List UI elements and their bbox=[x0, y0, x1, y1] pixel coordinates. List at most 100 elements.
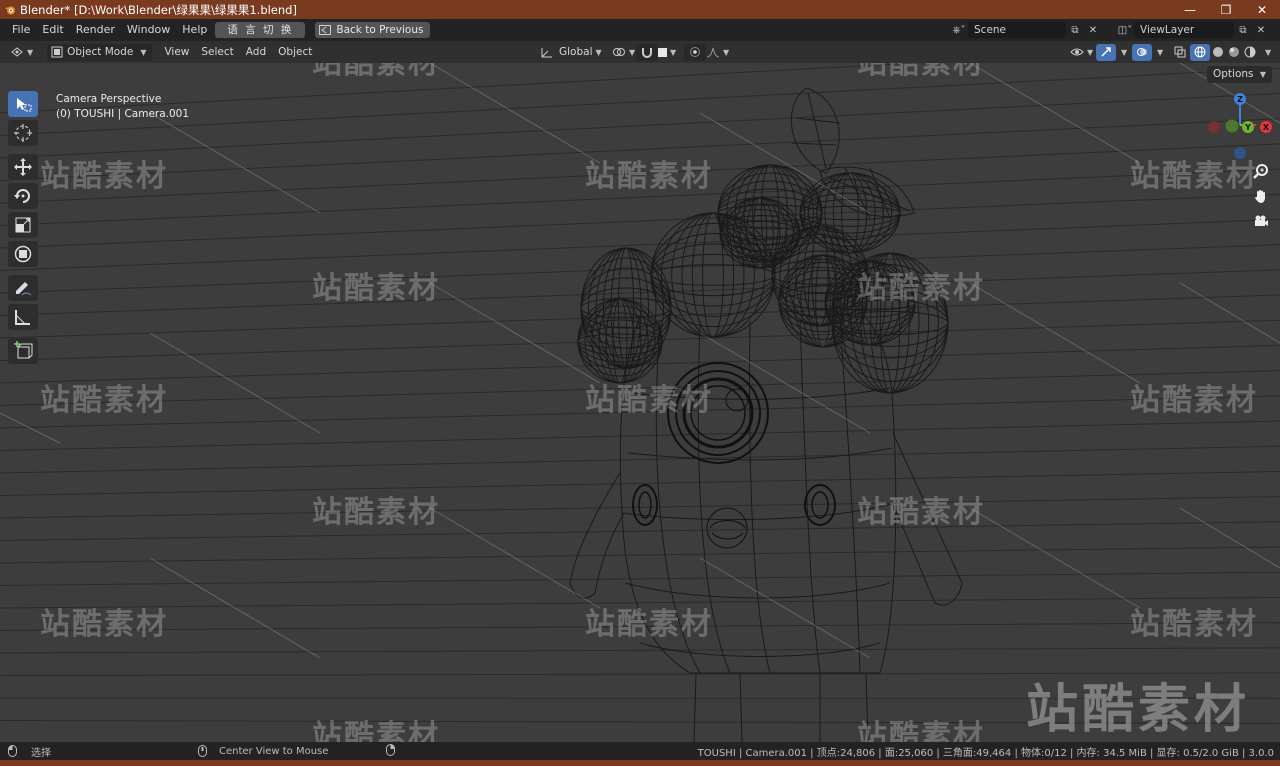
object-mode-dropdown[interactable]: Object Mode ▼ bbox=[47, 43, 153, 61]
editor-type-icon bbox=[11, 47, 23, 57]
watermark-text: 站酷素材 bbox=[312, 719, 440, 742]
falloff-dropdown[interactable]: ▼ bbox=[702, 44, 733, 61]
menu-render[interactable]: Render bbox=[70, 19, 121, 41]
material-sphere-icon bbox=[1229, 47, 1239, 57]
visibility-dropdown[interactable]: ▼ bbox=[1066, 44, 1097, 61]
view-layer-selector: ◫˅ ViewLayer ⧉ ✕ bbox=[1116, 21, 1270, 39]
gizmo-x-label: X bbox=[1263, 123, 1270, 132]
middle-click-action: Center View to Mouse bbox=[219, 745, 329, 757]
view-layer-icon[interactable]: ◫˅ bbox=[1116, 22, 1134, 38]
menu-help[interactable]: Help bbox=[176, 19, 213, 41]
maximize-button[interactable]: ❐ bbox=[1208, 0, 1244, 19]
measure-ruler-icon bbox=[15, 310, 30, 325]
tool-move[interactable] bbox=[8, 154, 38, 180]
snap-target-dropdown[interactable]: ▼ bbox=[654, 44, 680, 61]
gizmo-neg-y-axis[interactable] bbox=[1225, 119, 1239, 133]
watermark-text: 站酷素材 bbox=[857, 495, 985, 530]
watermark-text: 站酷素材 bbox=[857, 63, 985, 81]
watermark-text: 站酷素材 bbox=[40, 383, 168, 418]
3d-viewport[interactable]: Camera Perspective (0) TOUSHI | Camera.0… bbox=[0, 63, 1280, 742]
watermark-text: 站酷素材 bbox=[312, 271, 440, 306]
scale-icon bbox=[15, 217, 31, 233]
tool-measure[interactable] bbox=[8, 304, 38, 330]
remove-view-layer-icon[interactable]: ✕ bbox=[1252, 22, 1270, 38]
watermark-text: 站酷素材 bbox=[40, 607, 168, 642]
top-menu-bar: File Edit Render Window Help 语 言 切 换 Bac… bbox=[0, 19, 1280, 41]
tool-rotate[interactable] bbox=[8, 183, 38, 209]
back-to-previous-button[interactable]: Back to Previous bbox=[315, 22, 431, 38]
window-title: Blender* [D:\Work\Blender\绿果果\绿果果1.blend… bbox=[20, 2, 297, 17]
scene-selector: ⎈˅ Scene ⧉ ✕ bbox=[950, 21, 1102, 39]
gizmo-toggle[interactable] bbox=[1096, 43, 1116, 61]
annotate-pencil-icon bbox=[16, 282, 32, 296]
watermark-text: 站酷素材 bbox=[585, 607, 713, 642]
new-scene-icon[interactable]: ⧉ bbox=[1066, 22, 1084, 38]
menu-edit[interactable]: Edit bbox=[36, 19, 69, 41]
shading-wireframe-button[interactable] bbox=[1190, 43, 1210, 61]
language-switch-button[interactable]: 语 言 切 换 bbox=[215, 22, 306, 38]
minimize-button[interactable]: — bbox=[1172, 0, 1208, 19]
overlays-icon bbox=[1137, 48, 1147, 56]
watermark-text: 站酷素材 bbox=[1130, 159, 1258, 194]
proportional-edit-icon bbox=[690, 47, 700, 57]
menu-add[interactable]: Add bbox=[240, 46, 272, 58]
scene-icon[interactable]: ⎈˅ bbox=[950, 22, 968, 38]
watermark-text: 站酷素材 bbox=[585, 383, 713, 418]
options-label: Options bbox=[1212, 68, 1254, 80]
close-button[interactable]: ✕ bbox=[1244, 0, 1280, 19]
gizmo-dropdown[interactable]: ▼ bbox=[1114, 44, 1131, 61]
tool-scale[interactable] bbox=[8, 212, 38, 238]
mouse-right-icon bbox=[386, 743, 395, 756]
overlays-dropdown[interactable]: ▼ bbox=[1150, 44, 1167, 61]
viewport-header: ▼ Object Mode ▼ View Select Add Object G… bbox=[0, 41, 1280, 63]
magnet-icon bbox=[642, 48, 652, 58]
left-click-action: 选择 bbox=[31, 747, 51, 759]
add-cube-icon bbox=[14, 341, 33, 359]
pivot-icon bbox=[613, 48, 625, 56]
pivot-point-dropdown[interactable]: ▼ bbox=[608, 44, 639, 61]
transform-orientation-dropdown[interactable]: Global ▼ bbox=[536, 44, 606, 61]
watermark-text: 站酷素材 bbox=[312, 495, 440, 530]
camera-perspective-label: Camera Perspective bbox=[56, 93, 162, 105]
xray-toggle[interactable] bbox=[1170, 44, 1190, 61]
gizmo-icon bbox=[1101, 47, 1111, 57]
back-icon bbox=[319, 25, 332, 35]
falloff-icon bbox=[706, 47, 720, 58]
rotate-icon bbox=[14, 189, 30, 203]
shading-rendered-button[interactable] bbox=[1240, 44, 1260, 61]
gizmo-y-label: Y bbox=[1244, 123, 1251, 132]
new-view-layer-icon[interactable]: ⧉ bbox=[1234, 22, 1252, 38]
tool-cursor[interactable] bbox=[8, 120, 38, 146]
tool-annotate[interactable] bbox=[8, 275, 38, 301]
wireframe-sphere-icon bbox=[1194, 46, 1206, 58]
menu-file[interactable]: File bbox=[6, 19, 36, 41]
view-layer-field[interactable]: ViewLayer bbox=[1134, 22, 1234, 38]
gizmo-neg-x-axis[interactable] bbox=[1208, 121, 1220, 133]
mouse-left-icon bbox=[8, 745, 17, 757]
menu-window[interactable]: Window bbox=[121, 19, 176, 41]
tool-select-box[interactable] bbox=[8, 91, 38, 117]
tool-shelf bbox=[8, 91, 42, 367]
camera-view-button[interactable] bbox=[1250, 210, 1272, 232]
viewport-info: Camera Perspective (0) TOUSHI | Camera.0… bbox=[56, 92, 189, 122]
editor-type-button[interactable]: ▼ bbox=[6, 44, 37, 61]
menu-select[interactable]: Select bbox=[195, 46, 239, 58]
transform-orientation-label: Global bbox=[559, 46, 593, 58]
tool-transform[interactable] bbox=[8, 241, 38, 267]
gizmo-z-label: Z bbox=[1237, 95, 1243, 104]
overlays-toggle[interactable] bbox=[1132, 43, 1152, 61]
menu-view[interactable]: View bbox=[158, 46, 195, 58]
menu-object[interactable]: Object bbox=[272, 46, 318, 58]
options-dropdown[interactable]: Options ▼ bbox=[1206, 66, 1272, 83]
snap-increment-icon bbox=[658, 47, 667, 57]
watermark-logo-text: 站酷素材 bbox=[1026, 680, 1251, 740]
rendered-sphere-icon bbox=[1244, 46, 1256, 58]
shading-dropdown[interactable]: ▼ bbox=[1258, 44, 1275, 61]
watermark-text: 站酷素材 bbox=[1130, 383, 1258, 418]
remove-scene-icon[interactable]: ✕ bbox=[1084, 22, 1102, 38]
window-bottom-border bbox=[0, 760, 1280, 766]
move-icon bbox=[14, 158, 32, 176]
tool-add-cube[interactable] bbox=[8, 338, 38, 364]
scene-name-field[interactable]: Scene bbox=[968, 22, 1066, 38]
xray-icon bbox=[1174, 46, 1186, 58]
